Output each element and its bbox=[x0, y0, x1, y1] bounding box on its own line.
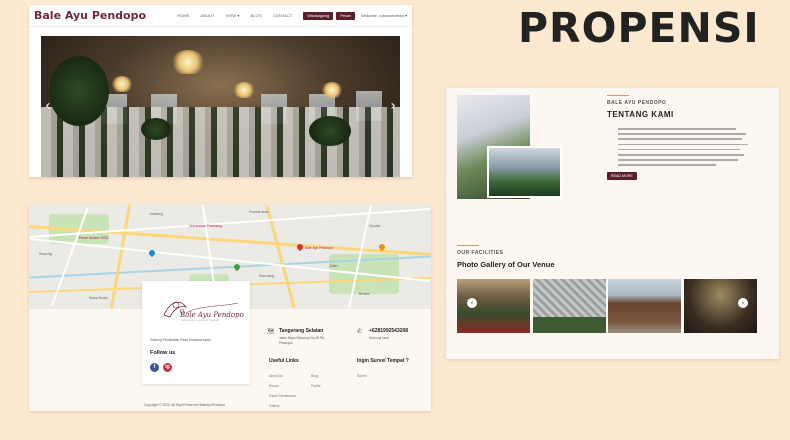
footer-link-survei[interactable]: Survei bbox=[357, 374, 367, 378]
about-kicker: BALE AYU PENDOPO bbox=[607, 100, 667, 106]
plant-decor bbox=[309, 116, 351, 146]
text-line bbox=[618, 133, 746, 135]
nav-home[interactable]: HOME bbox=[177, 14, 189, 18]
order-button[interactable]: Pesan bbox=[336, 11, 356, 20]
nav-menu: HOME ABOUT VIEW ▾ BLOG CONTACT Wisata/ga… bbox=[177, 11, 407, 20]
footer-link-profile[interactable]: Profile bbox=[311, 384, 321, 388]
text-line bbox=[618, 153, 744, 156]
hero-carousel: ‹ › bbox=[41, 36, 400, 177]
map-label: Pondok Aren bbox=[249, 210, 269, 214]
footer-brand-card: Bale Ayu Pendopo WEDDING & EVENT VENUE G… bbox=[142, 281, 250, 384]
chandelier bbox=[233, 82, 255, 98]
gallery-heading: Photo Gallery of Our Venue bbox=[457, 260, 555, 269]
map-label: Serpong bbox=[39, 252, 52, 256]
phone-number[interactable]: +6281992543208 bbox=[369, 328, 408, 334]
footer-link-gallery[interactable]: Gallery bbox=[269, 404, 280, 408]
site-logo[interactable]: Bale Ayu Pendopo bbox=[34, 9, 177, 22]
gallery-image[interactable] bbox=[608, 279, 681, 333]
footer-link-paket[interactable]: Paket Pernikahan bbox=[269, 394, 296, 398]
footer-link-blog[interactable]: Blog bbox=[311, 374, 318, 378]
map-label: Pasar Modern BSD bbox=[79, 236, 109, 240]
text-line bbox=[618, 148, 740, 151]
chandelier bbox=[111, 76, 133, 92]
footer-description: Gedung Pernikahan Pada Suasana Ayem bbox=[150, 338, 211, 342]
facebook-icon[interactable]: f bbox=[150, 363, 159, 372]
nav-view[interactable]: VIEW ▾ bbox=[226, 13, 240, 18]
location-area: Pisangan bbox=[279, 341, 293, 345]
nav-about[interactable]: ABOUT bbox=[201, 14, 215, 18]
user-menu[interactable]: Welcome, customerdemo ▾ bbox=[361, 13, 407, 18]
nav-view-label: VIEW bbox=[225, 14, 237, 18]
map-pin-icon[interactable] bbox=[232, 262, 242, 272]
map-label: Ciputat bbox=[369, 224, 380, 228]
text-line bbox=[618, 128, 736, 130]
read-more-button[interactable]: READ MORE bbox=[607, 172, 637, 180]
instagram-icon[interactable]: ig bbox=[163, 363, 172, 372]
text-line bbox=[618, 164, 716, 166]
location-address: Jalan Raya Siliwangi No.08 Rd bbox=[279, 336, 325, 340]
map-label: Pamulang bbox=[259, 274, 275, 278]
text-line bbox=[618, 138, 742, 140]
map-icon: 🗺 bbox=[267, 328, 275, 335]
follow-us-heading: Follow us bbox=[150, 350, 176, 356]
chandelier bbox=[321, 82, 343, 98]
gallery-prev-arrow[interactable]: ‹ bbox=[467, 298, 477, 308]
facilities-kicker: OUR FACILITIES bbox=[457, 250, 504, 256]
footer-link-about[interactable]: About Us bbox=[269, 374, 283, 378]
text-line bbox=[618, 143, 748, 146]
gallery-next-arrow[interactable]: › bbox=[738, 298, 748, 308]
useful-links-heading: Useful Links bbox=[269, 358, 299, 364]
about-paragraph bbox=[618, 128, 750, 170]
map-label: Jombang bbox=[149, 212, 163, 216]
survey-heading: Ingin Survei Tempat ? bbox=[357, 358, 409, 364]
map-label: Universitas Pamulang bbox=[189, 224, 222, 228]
primary-button[interactable]: Wisata/ganig bbox=[303, 11, 334, 20]
footer-page-screenshot: Pasar Modern BSD Universitas Pamulang Ba… bbox=[29, 204, 431, 411]
decor-line bbox=[457, 245, 479, 246]
text-line bbox=[618, 159, 738, 161]
chandelier bbox=[171, 50, 205, 74]
about-image-front bbox=[487, 146, 562, 198]
nav-contact[interactable]: CONTACT bbox=[273, 14, 292, 18]
about-heading: TENTANG KAMI bbox=[607, 110, 674, 119]
site-navbar: Bale Ayu Pendopo HOME ABOUT VIEW ▾ BLOG … bbox=[29, 5, 412, 27]
hero-next-arrow[interactable]: › bbox=[390, 98, 396, 114]
phone-caption: Hubungi kami bbox=[369, 336, 390, 340]
home-page-screenshot: Bale Ayu Pendopo HOME ABOUT VIEW ▾ BLOG … bbox=[29, 5, 412, 177]
map-label: Bintaro bbox=[359, 292, 370, 296]
copyright-text: Copyright © 2020, All Right Reserved Bal… bbox=[144, 403, 225, 407]
footer-logo-text: Bale Ayu Pendopo bbox=[180, 311, 244, 319]
plant-decor bbox=[49, 56, 109, 126]
page-title: PROPENSI bbox=[518, 4, 760, 52]
map-label: Bale Ayu Pendopo bbox=[305, 246, 333, 250]
about-page-screenshot: BALE AYU PENDOPO TENTANG KAMI READ MORE … bbox=[446, 88, 779, 359]
map-pin-icon[interactable] bbox=[147, 248, 157, 258]
footer-logo-subtitle: WEDDING & EVENT VENUE bbox=[182, 320, 220, 322]
map-label: Rawa Buntu bbox=[89, 296, 108, 300]
hero-prev-arrow[interactable]: ‹ bbox=[45, 98, 51, 114]
gallery-image[interactable] bbox=[533, 279, 606, 333]
chevron-down-icon: ▾ bbox=[237, 14, 240, 18]
decor-line bbox=[607, 95, 629, 96]
plant-decor bbox=[141, 118, 171, 140]
map-road bbox=[109, 204, 132, 309]
nav-blog[interactable]: BLOG bbox=[251, 14, 262, 18]
map-label: Ciater bbox=[329, 264, 339, 268]
phone-icon: ✆ bbox=[357, 328, 363, 335]
location-heading: Tangerang Selatan bbox=[279, 328, 324, 334]
footer-link-pesan[interactable]: Pesan bbox=[269, 384, 279, 388]
